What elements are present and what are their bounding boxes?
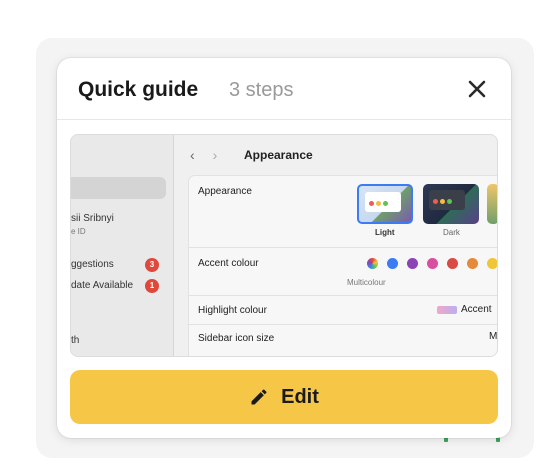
highlight-swatch bbox=[437, 306, 457, 314]
pencil-icon bbox=[251, 389, 267, 405]
update-badge: 1 bbox=[145, 279, 159, 293]
nav-arrows: ‹ › bbox=[190, 147, 217, 163]
accent-row: Accent colour Multicolour bbox=[189, 248, 497, 296]
icon-size-value: M bbox=[489, 331, 498, 342]
accent-swatch-purple bbox=[407, 258, 418, 269]
icon-size-row: Sidebar icon size M bbox=[189, 325, 498, 355]
multicolour-caption: Multicolour bbox=[347, 278, 386, 287]
sidebar-search-field bbox=[71, 177, 166, 199]
settings-sidebar: sii Sribnyi e ID ggestions 3 date Availa… bbox=[71, 135, 174, 356]
sidebar-user-name: sii Sribnyi bbox=[71, 213, 114, 224]
guide-step-count: 3 steps bbox=[229, 79, 294, 101]
accent-swatch-blue bbox=[387, 258, 398, 269]
guide-screenshot: sii Sribnyi e ID ggestions 3 date Availa… bbox=[70, 134, 498, 357]
sidebar-item-suggestions: ggestions bbox=[71, 259, 114, 270]
accent-label: Accent colour bbox=[198, 258, 259, 269]
close-button[interactable] bbox=[465, 77, 489, 101]
dark-mode-thumbnail bbox=[423, 184, 479, 224]
suggestions-badge: 3 bbox=[145, 258, 159, 272]
edit-button[interactable]: Edit bbox=[70, 370, 498, 424]
forward-chevron-icon: › bbox=[212, 147, 218, 163]
auto-mode-thumbnail bbox=[487, 184, 497, 224]
highlight-label: Highlight colour bbox=[198, 305, 267, 316]
highlight-row: Highlight colour Accent bbox=[189, 296, 497, 325]
highlight-value: Accent bbox=[461, 304, 492, 315]
light-mode-thumbnail bbox=[357, 184, 413, 224]
accent-swatch-red bbox=[447, 258, 458, 269]
accent-swatch-orange bbox=[467, 258, 478, 269]
quick-guide-card: Quick guide 3 steps sii Sribnyi e ID gge… bbox=[57, 58, 511, 438]
appearance-settings-group: Appearance Light Dark Accent colour Mult… bbox=[188, 175, 498, 356]
close-icon bbox=[468, 80, 486, 98]
appearance-pane: ‹ › Appearance Appearance Light Dark Acc… bbox=[174, 135, 498, 356]
card-header: Quick guide 3 steps bbox=[57, 58, 511, 120]
appearance-label: Appearance bbox=[198, 186, 252, 197]
back-chevron-icon: ‹ bbox=[190, 147, 195, 163]
dark-mode-label: Dark bbox=[443, 228, 460, 237]
sidebar-item-bottom: th bbox=[71, 335, 80, 346]
guide-title: Quick guide bbox=[78, 78, 199, 101]
accent-swatch-pink bbox=[427, 258, 438, 269]
icon-size-label: Sidebar icon size bbox=[198, 333, 275, 344]
sidebar-user-sub: e ID bbox=[71, 227, 86, 236]
edit-label: Edit bbox=[281, 385, 319, 408]
appearance-row: Appearance Light Dark bbox=[189, 176, 497, 248]
accent-swatch-yellow bbox=[487, 258, 497, 269]
light-mode-label: Light bbox=[375, 228, 395, 237]
sidebar-item-update: date Available bbox=[71, 280, 134, 291]
pane-title: Appearance bbox=[244, 148, 313, 162]
multicolour-swatch bbox=[367, 258, 378, 269]
